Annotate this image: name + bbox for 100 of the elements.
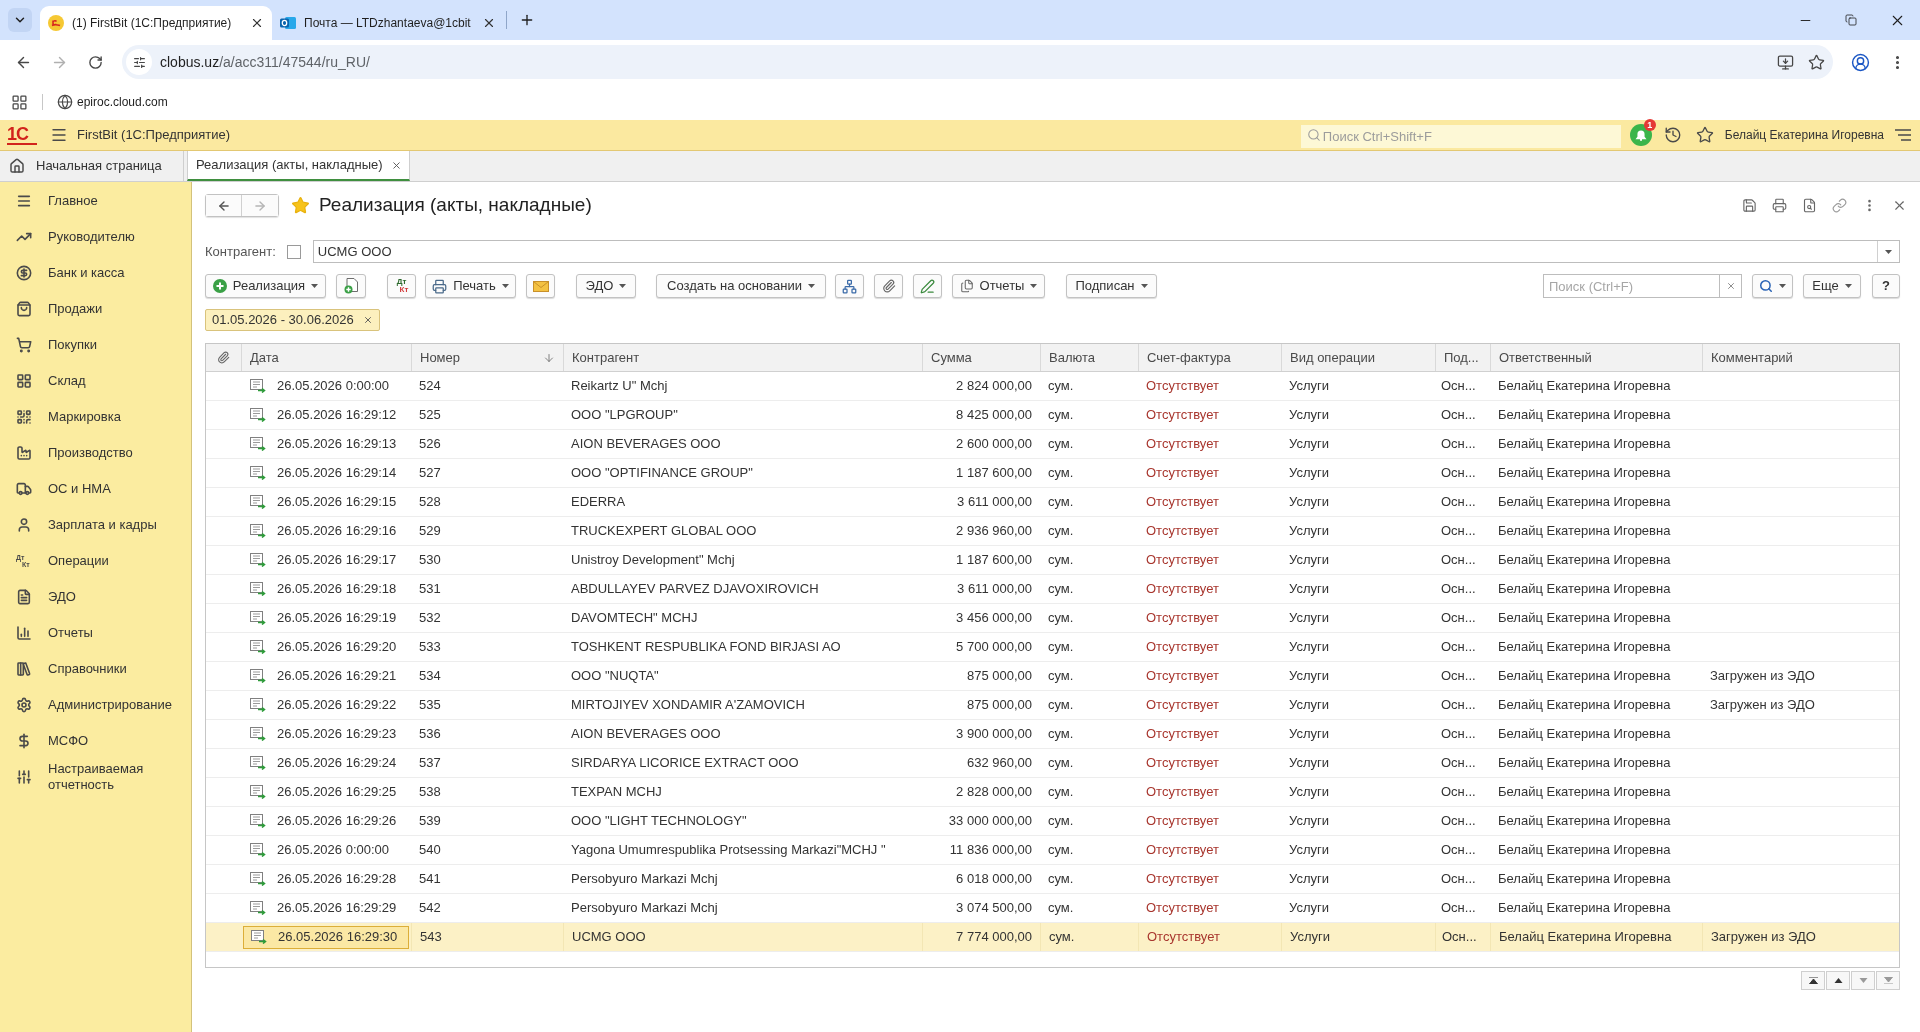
browser-tab[interactable]: (1) FirstBit (1С:Предприятие): [40, 6, 272, 40]
close-icon[interactable]: [390, 159, 402, 171]
table-cell-text: 26.05.2026 16:29:23: [277, 725, 397, 744]
restore-icon[interactable]: [1845, 14, 1857, 26]
back-button[interactable]: [206, 195, 242, 216]
table-cell-text: сум.: [1048, 638, 1074, 657]
attach-button[interactable]: [874, 274, 903, 298]
search-field[interactable]: Поиск Ctrl+Shift+F: [1300, 124, 1621, 148]
table-cell-text: 6 018 000,00: [956, 870, 1032, 889]
edo-button[interactable]: ЭДО: [576, 274, 636, 298]
sidebar-item[interactable]: Отчеты: [0, 615, 191, 651]
user-name[interactable]: Белайц Екатерина Игоревна: [1724, 126, 1884, 144]
site-settings-icon[interactable]: [132, 55, 146, 69]
column-header[interactable]: Счет-фактура: [1138, 344, 1281, 371]
sign-button[interactable]: [913, 274, 942, 298]
table-cell-text: Отсутствует: [1146, 580, 1219, 599]
signed-filter-button[interactable]: Подписан: [1066, 274, 1157, 298]
bell-icon[interactable]: [1629, 124, 1652, 146]
search-button[interactable]: [1752, 274, 1793, 298]
sidebar-item[interactable]: Настраиваемая отчетность: [0, 759, 191, 795]
column-header[interactable]: Вид операции: [1281, 344, 1435, 371]
document-search-icon[interactable]: [1802, 198, 1817, 213]
help-button[interactable]: ?: [1872, 274, 1900, 298]
sidebar-item[interactable]: Главное: [0, 183, 191, 219]
more-button[interactable]: Еще: [1803, 274, 1861, 298]
print-button[interactable]: Печать: [425, 274, 516, 298]
sidebar-item[interactable]: Покупки: [0, 327, 191, 363]
column-header[interactable]: Сумма: [922, 344, 1040, 371]
email-button[interactable]: [526, 274, 555, 298]
create-button[interactable]: Реализация: [205, 274, 326, 298]
sidebar-item[interactable]: Справочники: [0, 651, 191, 687]
table-cell-text: AION BEVERAGES OOO: [571, 725, 721, 744]
table-row[interactable]: 26.05.2026 16:29:30 543 UCMG OOO 7 774 000,00 сум. Отсутствует Услуги Осн... Белайц Екатерина Игоревна Загружен из ЭДО: [206, 923, 1899, 952]
reload-icon[interactable]: [87, 54, 103, 70]
sidebar-item[interactable]: Производство: [0, 435, 191, 471]
app-favicon-icon: [48, 15, 64, 31]
install-icon[interactable]: [1777, 53, 1794, 71]
close-icon[interactable]: [482, 16, 496, 30]
sidebar-item[interactable]: Администрирование: [0, 687, 191, 723]
table-cell-text: Отсутствует: [1146, 464, 1219, 483]
history-icon[interactable]: [1663, 126, 1682, 144]
save-icon[interactable]: [1742, 198, 1757, 213]
column-header[interactable]: Под...: [1435, 344, 1490, 371]
structure-button[interactable]: [835, 274, 864, 298]
column-header[interactable]: Комментарий: [1702, 344, 1899, 371]
sidebar-item[interactable]: ЭДО: [0, 579, 191, 615]
column-header[interactable]: Номер: [411, 344, 563, 371]
scroll-up-button[interactable]: [1826, 971, 1850, 990]
table-cell-text: Осн...: [1441, 377, 1476, 396]
counterparty-field[interactable]: UCMG OOO: [312, 240, 1900, 263]
sidebar-item[interactable]: Склад: [0, 363, 191, 399]
sliders-icon: [16, 769, 32, 785]
copy-button[interactable]: [336, 274, 366, 298]
apps-icon[interactable]: [11, 93, 28, 111]
table-cell-text: Отсутствует: [1146, 638, 1219, 657]
printer-icon[interactable]: [1772, 198, 1787, 213]
link-icon[interactable]: [1832, 198, 1847, 213]
table-cell-text: Отсутствует: [1146, 841, 1219, 860]
table-cell-text: 26.05.2026 16:29:13: [277, 435, 397, 454]
table-cell-text: Отсутствует: [1147, 928, 1220, 947]
search-field[interactable]: Поиск (Ctrl+F): [1543, 274, 1720, 298]
table-cell-text: Загружен из ЭДО: [1710, 696, 1815, 715]
bookmark-star-icon[interactable]: [1808, 53, 1825, 71]
column-header[interactable]: Дата: [241, 344, 411, 371]
qr-code-icon: [16, 409, 32, 425]
section-tab[interactable]: Реализация (акты, накладные): [187, 151, 410, 181]
based-on-button[interactable]: Создать на основании: [656, 274, 826, 298]
close-icon[interactable]: [250, 16, 264, 30]
sidebar-item[interactable]: Зарплата и кадры: [0, 507, 191, 543]
close-icon[interactable]: [1892, 198, 1907, 213]
sidebar-item[interactable]: Банк и касса: [0, 255, 191, 291]
browser-tab[interactable]: Почта — LTDzhantaeva@1cbit: [272, 6, 504, 40]
address-bar[interactable]: clobus.uz/a/acc311/47544/ru_RU/: [122, 45, 1833, 79]
section-tab[interactable]: Начальная страница: [0, 151, 184, 181]
column-header[interactable]: Контрагент: [563, 344, 922, 371]
reports-button[interactable]: Отчеты: [952, 274, 1045, 298]
sidebar-item[interactable]: Руководителю: [0, 219, 191, 255]
scroll-bottom-button[interactable]: [1876, 971, 1900, 990]
sidebar-item[interactable]: Продажи: [0, 291, 191, 327]
debit-credit-button[interactable]: Дт Кт: [387, 274, 416, 298]
bookmark-link[interactable]: epiroc.cloud.com: [57, 93, 168, 111]
menu-icon[interactable]: [50, 126, 68, 144]
checkbox[interactable]: [286, 244, 301, 259]
table-cell-text: сум.: [1048, 754, 1074, 773]
scroll-top-button[interactable]: [1801, 971, 1825, 990]
tab-search-button[interactable]: [8, 8, 32, 32]
profile-icon[interactable]: [1850, 52, 1870, 72]
sidebar-item[interactable]: ОС и НМА: [0, 471, 191, 507]
column-header[interactable]: Валюта: [1040, 344, 1138, 371]
period-filter-chip[interactable]: 01.05.2026 - 30.06.2026: [205, 309, 380, 331]
paperclip-icon[interactable]: [217, 351, 230, 364]
remove-icon[interactable]: [362, 315, 373, 325]
favorite-star-icon[interactable]: [291, 196, 310, 215]
favorites-star-icon[interactable]: [1695, 126, 1714, 144]
menu-lines-icon[interactable]: [1895, 129, 1911, 141]
column-header[interactable]: Ответственный: [1490, 344, 1702, 371]
sidebar-item[interactable]: Маркировка: [0, 399, 191, 435]
new-tab-icon[interactable]: [519, 12, 535, 28]
table-cell-text: Услуги: [1289, 783, 1329, 802]
sidebar-item[interactable]: МСФО: [0, 723, 191, 759]
